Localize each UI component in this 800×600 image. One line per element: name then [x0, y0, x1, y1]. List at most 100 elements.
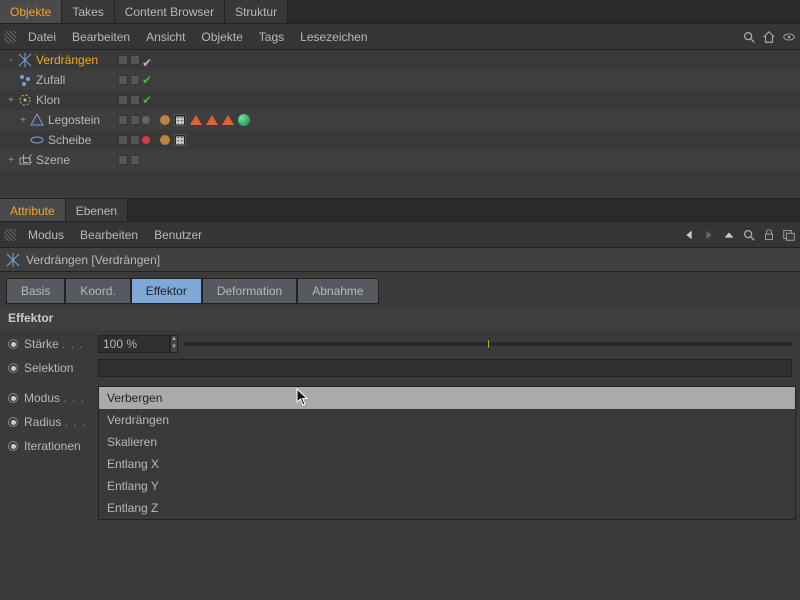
selection-tag-icon[interactable]: ▦ [174, 114, 186, 126]
grip-icon [4, 31, 16, 43]
hierarchy-row[interactable]: Zufall ✔ [0, 70, 800, 90]
menu-modus[interactable]: Modus [20, 224, 72, 246]
tab-content-browser[interactable]: Content Browser [115, 0, 225, 23]
dropdown-option[interactable]: Verbergen [99, 387, 795, 409]
visibility-toggles[interactable] [118, 115, 150, 125]
section-header-effektor: Effektor [0, 306, 800, 330]
hierarchy-row[interactable]: Scheibe ▦ [0, 130, 800, 150]
param-label: Iterationen [24, 439, 81, 453]
menu-datei[interactable]: Datei [20, 26, 64, 48]
phong-tag-icon[interactable] [222, 115, 234, 125]
param-label: Modus [24, 391, 60, 405]
hierarchy-row[interactable]: + L0 Szene [0, 150, 800, 170]
dropdown-option[interactable]: Entlang X [99, 453, 795, 475]
search-icon[interactable] [742, 30, 756, 44]
objects-panel-tabs: Objekte Takes Content Browser Struktur [0, 0, 800, 24]
object-label[interactable]: Szene [36, 153, 70, 167]
dropdown-option[interactable]: Entlang Y [99, 475, 795, 497]
object-manager-menubar: Datei Bearbeiten Ansicht Objekte Tags Le… [0, 24, 800, 50]
subtab-basis[interactable]: Basis [6, 278, 65, 304]
menu-lesezeichen[interactable]: Lesezeichen [292, 26, 375, 48]
phong-tag-icon[interactable] [190, 115, 202, 125]
strength-slider[interactable] [184, 342, 792, 346]
random-effector-icon [18, 73, 32, 87]
visibility-toggles[interactable] [118, 135, 150, 145]
menu-benutzer[interactable]: Benutzer [146, 224, 210, 246]
param-label: Radius [24, 415, 61, 429]
disc-icon [30, 133, 44, 147]
null-icon: L0 [18, 153, 32, 167]
menu-tags[interactable]: Tags [251, 26, 292, 48]
expander-icon [18, 135, 28, 145]
menu-objekte[interactable]: Objekte [193, 26, 250, 48]
anim-dot-icon[interactable] [8, 441, 18, 451]
svg-text:L0: L0 [22, 153, 32, 166]
tag-row: ▦ [160, 134, 186, 146]
tab-takes[interactable]: Takes [62, 0, 114, 23]
eye-icon[interactable] [782, 30, 796, 44]
subtab-abnahme[interactable]: Abnahme [297, 278, 378, 304]
selection-tag-icon[interactable]: ▦ [174, 134, 186, 146]
expander-icon[interactable]: - [6, 55, 16, 65]
strength-input[interactable]: 100 % [98, 335, 170, 353]
null-icon [30, 113, 44, 127]
subtab-deformation[interactable]: Deformation [202, 278, 297, 304]
visibility-toggles[interactable]: ✔ [118, 55, 150, 65]
checkmark-icon[interactable]: ✔ [142, 56, 150, 64]
object-label[interactable]: Legostein [48, 113, 100, 127]
texture-tag-icon[interactable] [160, 115, 170, 125]
tab-struktur[interactable]: Struktur [225, 0, 288, 23]
texture-tag-icon[interactable] [160, 135, 170, 145]
dropdown-option[interactable]: Skalieren [99, 431, 795, 453]
spinner-icon[interactable]: ▲▼ [170, 335, 178, 353]
menu-ansicht[interactable]: Ansicht [138, 26, 193, 48]
object-label[interactable]: Klon [36, 93, 60, 107]
attribute-subtabs: Basis Koord. Effektor Deformation Abnahm… [0, 272, 800, 304]
object-label[interactable]: Scheibe [48, 133, 91, 147]
subtab-koord[interactable]: Koord. [65, 278, 130, 304]
grip-icon [4, 229, 16, 241]
visibility-toggles[interactable] [118, 155, 140, 165]
attribute-object-header: Verdrängen [Verdrängen] [0, 248, 800, 272]
tab-objekte[interactable]: Objekte [0, 0, 62, 23]
expander-icon [6, 75, 16, 85]
selection-input[interactable] [98, 359, 792, 377]
visibility-toggles[interactable]: ✔ [118, 73, 152, 87]
subtab-effektor[interactable]: Effektor [131, 278, 202, 304]
tag-row: ▦ [160, 114, 250, 126]
hierarchy-row-empty [0, 170, 800, 190]
nav-fwd-icon[interactable] [702, 228, 716, 242]
phong-tag-icon[interactable] [206, 115, 218, 125]
anim-dot-icon[interactable] [8, 393, 18, 403]
dropdown-option[interactable]: Entlang Z [99, 497, 795, 519]
lock-icon[interactable] [762, 228, 776, 242]
expander-icon[interactable]: + [18, 115, 28, 125]
anim-dot-icon[interactable] [8, 363, 18, 373]
anim-dot-icon[interactable] [8, 417, 18, 427]
cloner-icon [18, 93, 32, 107]
dropdown-option[interactable]: Verdrängen [99, 409, 795, 431]
attribute-menubar: Modus Bearbeiten Benutzer [0, 222, 800, 248]
hierarchy-row[interactable]: + Klon ✔ [0, 90, 800, 110]
anim-dot-icon[interactable] [8, 339, 18, 349]
search-icon[interactable] [742, 228, 756, 242]
object-label[interactable]: Zufall [36, 73, 65, 87]
material-tag-icon[interactable] [238, 114, 250, 126]
nav-up-icon[interactable] [722, 228, 736, 242]
menu-bearbeiten[interactable]: Bearbeiten [72, 224, 146, 246]
hierarchy-row[interactable]: - Verdrängen ✔ [0, 50, 800, 70]
menu-bearbeiten[interactable]: Bearbeiten [64, 26, 138, 48]
tab-ebenen[interactable]: Ebenen [66, 199, 128, 221]
hierarchy-row[interactable]: + Legostein ▦ [0, 110, 800, 130]
mode-dropdown-list: Verbergen Verdrängen Skalieren Entlang X… [98, 386, 796, 520]
attribute-panel-tabs: Attribute Ebenen [0, 198, 800, 222]
tab-attribute[interactable]: Attribute [0, 199, 66, 221]
expander-icon[interactable]: + [6, 155, 16, 165]
new-window-icon[interactable] [782, 228, 796, 242]
expander-icon[interactable]: + [6, 95, 16, 105]
object-label[interactable]: Verdrängen [36, 53, 98, 67]
home-icon[interactable] [762, 30, 776, 44]
visibility-toggles[interactable]: ✔ [118, 93, 152, 107]
nav-back-icon[interactable] [682, 228, 696, 242]
param-label: Stärke [24, 337, 59, 351]
